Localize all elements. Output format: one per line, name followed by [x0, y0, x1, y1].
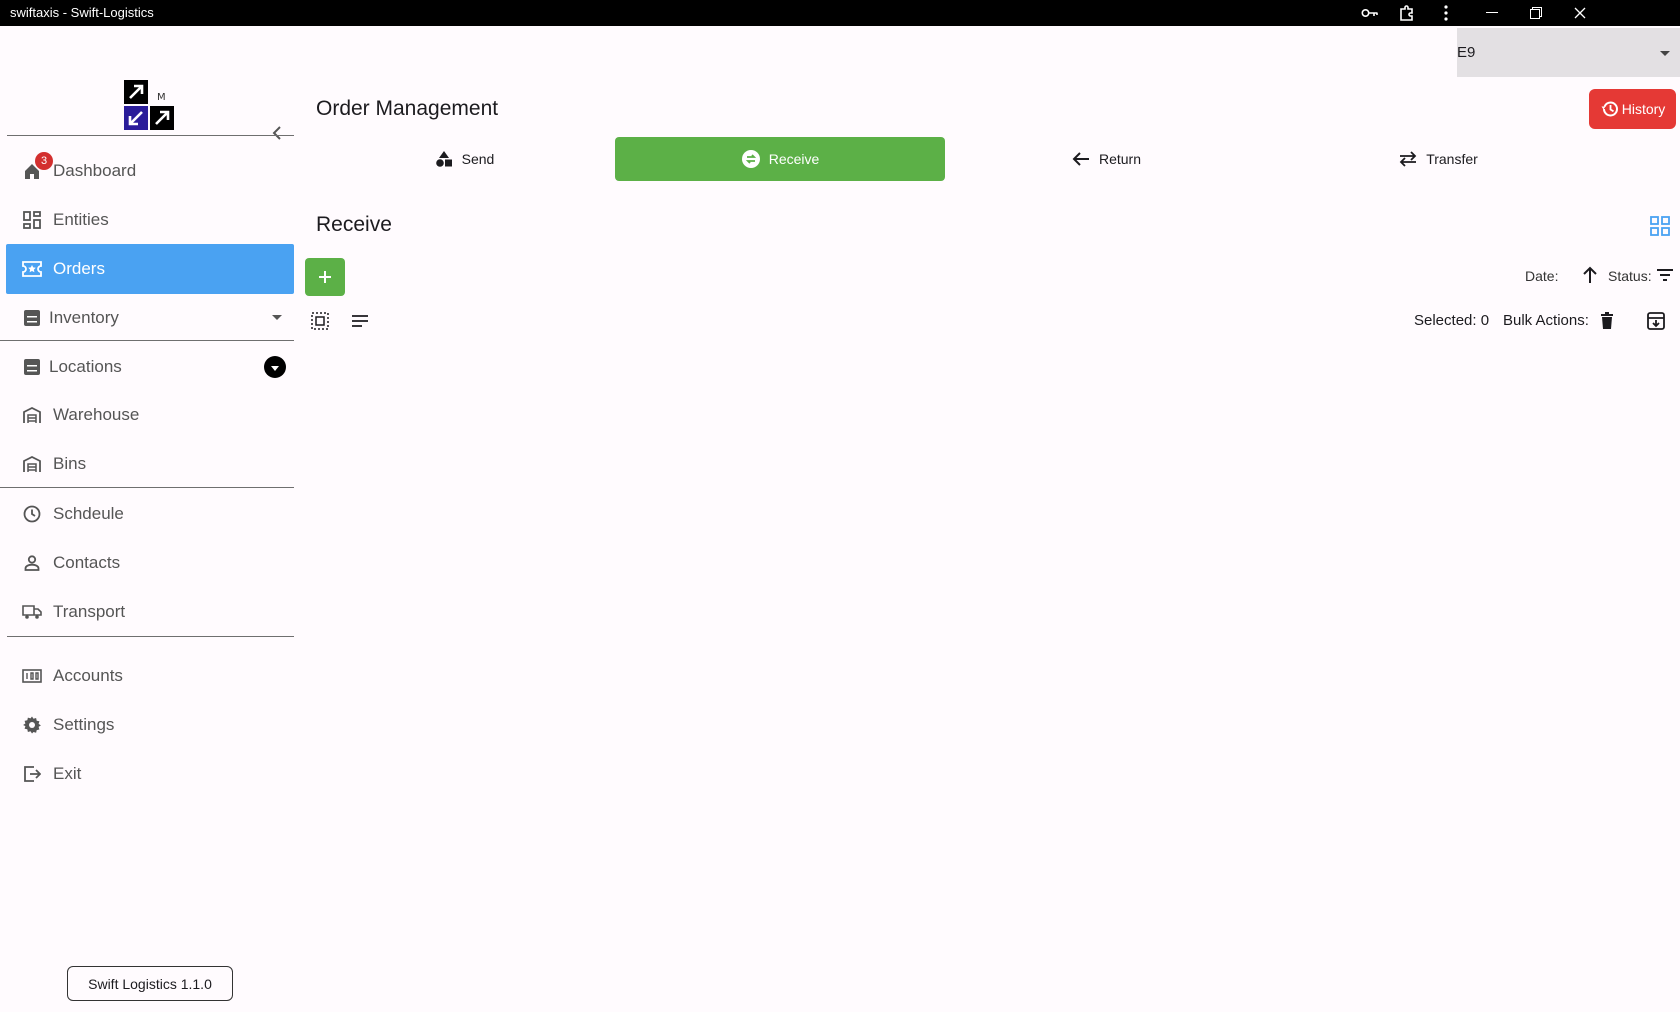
tab-label: Send: [461, 151, 495, 167]
notification-badge: 3: [35, 152, 53, 170]
date-sort-label: Date:: [1525, 268, 1559, 284]
sidebar-item-label: Locations: [49, 357, 122, 376]
extension-icon[interactable]: [1395, 0, 1419, 26]
sidebar-item-orders[interactable]: Orders: [6, 244, 294, 294]
sidebar-item-label: Inventory: [49, 308, 119, 327]
version-chip[interactable]: Swift Logistics 1.1.0: [67, 966, 233, 1001]
warehouse-icon: [22, 454, 42, 474]
sidebar-item-schedule[interactable]: Schdeule: [6, 489, 294, 539]
sidebar-item-label: Orders: [53, 259, 105, 278]
sidebar-item-exit[interactable]: Exit: [6, 749, 294, 799]
gear-icon: [22, 715, 42, 735]
notes-icon[interactable]: [350, 312, 370, 330]
sidebar-item-warehouse[interactable]: Warehouse: [6, 390, 294, 440]
inventory-icon: [22, 308, 42, 328]
sidebar-divider: [7, 135, 294, 136]
shapes-icon: [434, 149, 454, 169]
tab-label: Transfer: [1426, 151, 1478, 167]
chevron-down-icon: [272, 315, 282, 320]
tab-label: Receive: [768, 151, 820, 167]
archive-icon[interactable]: [1645, 311, 1667, 331]
arrow-left-icon: [1071, 149, 1091, 169]
selected-count: Selected: 0: [1414, 312, 1490, 329]
tab-label: Return: [1098, 151, 1142, 167]
svg-text:M: M: [157, 92, 166, 103]
sidebar-item-dashboard[interactable]: 3 Dashboard: [6, 146, 294, 196]
sidebar-item-bins[interactable]: Bins: [6, 439, 294, 489]
sidebar: M 3 Dashboard Entities Orders Inventory …: [0, 26, 300, 1012]
select-all-icon[interactable]: [310, 311, 330, 331]
section-title: Receive: [316, 213, 392, 236]
bulk-actions-label: Bulk Actions:: [1503, 312, 1589, 329]
tab-receive[interactable]: Receive: [615, 137, 945, 181]
transfer-icon: [1398, 149, 1418, 169]
sidebar-item-entities[interactable]: Entities: [6, 195, 294, 245]
inventory-icon: [22, 357, 42, 377]
order-tabs: Send Receive Return Transfer: [303, 137, 1675, 182]
window-title: swiftaxis - Swift-Logistics: [10, 5, 154, 20]
history-icon: [1601, 101, 1618, 117]
sidebar-item-label: Entities: [53, 210, 109, 229]
sidebar-divider: [0, 487, 294, 488]
page-title: Order Management: [316, 97, 499, 120]
tab-send[interactable]: Send: [303, 137, 625, 181]
sidebar-item-label: Settings: [53, 715, 115, 734]
add-order-button[interactable]: [305, 258, 345, 296]
sidebar-item-label: Contacts: [53, 553, 121, 572]
sidebar-item-inventory[interactable]: Inventory: [6, 293, 294, 343]
sidebar-item-label: Accounts: [53, 666, 123, 685]
plus-icon: [319, 271, 331, 283]
ticket-icon: [22, 259, 42, 279]
clock-icon: [22, 504, 42, 524]
sidebar-item-label: Exit: [53, 764, 82, 783]
sidebar-item-transport[interactable]: Transport: [6, 587, 294, 637]
sidebar-item-label: Dashboard: [53, 161, 137, 180]
key-icon[interactable]: [1358, 0, 1382, 26]
exit-icon: [22, 764, 42, 784]
tab-transfer[interactable]: Transfer: [1273, 137, 1603, 181]
minimize-icon[interactable]: [1480, 0, 1504, 26]
expand-circle-icon[interactable]: [264, 356, 286, 378]
window-titlebar: swiftaxis - Swift-Logistics: [0, 0, 1680, 26]
sidebar-item-label: Transport: [53, 602, 126, 621]
chevron-left-icon: [272, 126, 281, 140]
sidebar-item-contacts[interactable]: Contacts: [6, 538, 294, 588]
dashboard-grid-icon: [22, 210, 42, 230]
sidebar-divider: [0, 340, 294, 341]
close-icon[interactable]: [1568, 0, 1592, 26]
restore-icon[interactable]: [1524, 0, 1548, 26]
sidebar-item-settings[interactable]: Settings: [6, 700, 294, 750]
swap-circle-icon: [741, 149, 761, 169]
sidebar-item-locations[interactable]: Locations: [6, 342, 294, 392]
tab-return[interactable]: Return: [945, 137, 1267, 181]
counter-icon: [22, 666, 42, 686]
filter-icon[interactable]: [1655, 266, 1675, 284]
truck-icon: [22, 602, 42, 622]
entity-select[interactable]: E9: [1457, 28, 1680, 77]
collapse-sidebar-button[interactable]: [268, 124, 286, 142]
more-vert-icon[interactable]: [1434, 0, 1458, 26]
person-icon: [22, 553, 42, 573]
warehouse-icon: [22, 405, 42, 425]
entity-select-value: E9: [1457, 44, 1476, 61]
sidebar-item-label: Warehouse: [53, 405, 140, 424]
app-logo: M: [124, 80, 176, 132]
sidebar-divider: [7, 636, 294, 637]
sidebar-item-label: Schdeule: [53, 504, 124, 523]
arrow-up-icon[interactable]: [1580, 264, 1600, 286]
delete-icon[interactable]: [1598, 311, 1616, 331]
sidebar-item-accounts[interactable]: Accounts: [6, 651, 294, 701]
history-button[interactable]: History: [1589, 89, 1676, 129]
grid-view-icon[interactable]: [1650, 216, 1670, 236]
chevron-down-icon: [1660, 51, 1670, 56]
sidebar-item-label: Bins: [53, 454, 87, 473]
status-filter-label: Status:: [1608, 268, 1652, 284]
history-label: History: [1621, 101, 1666, 117]
